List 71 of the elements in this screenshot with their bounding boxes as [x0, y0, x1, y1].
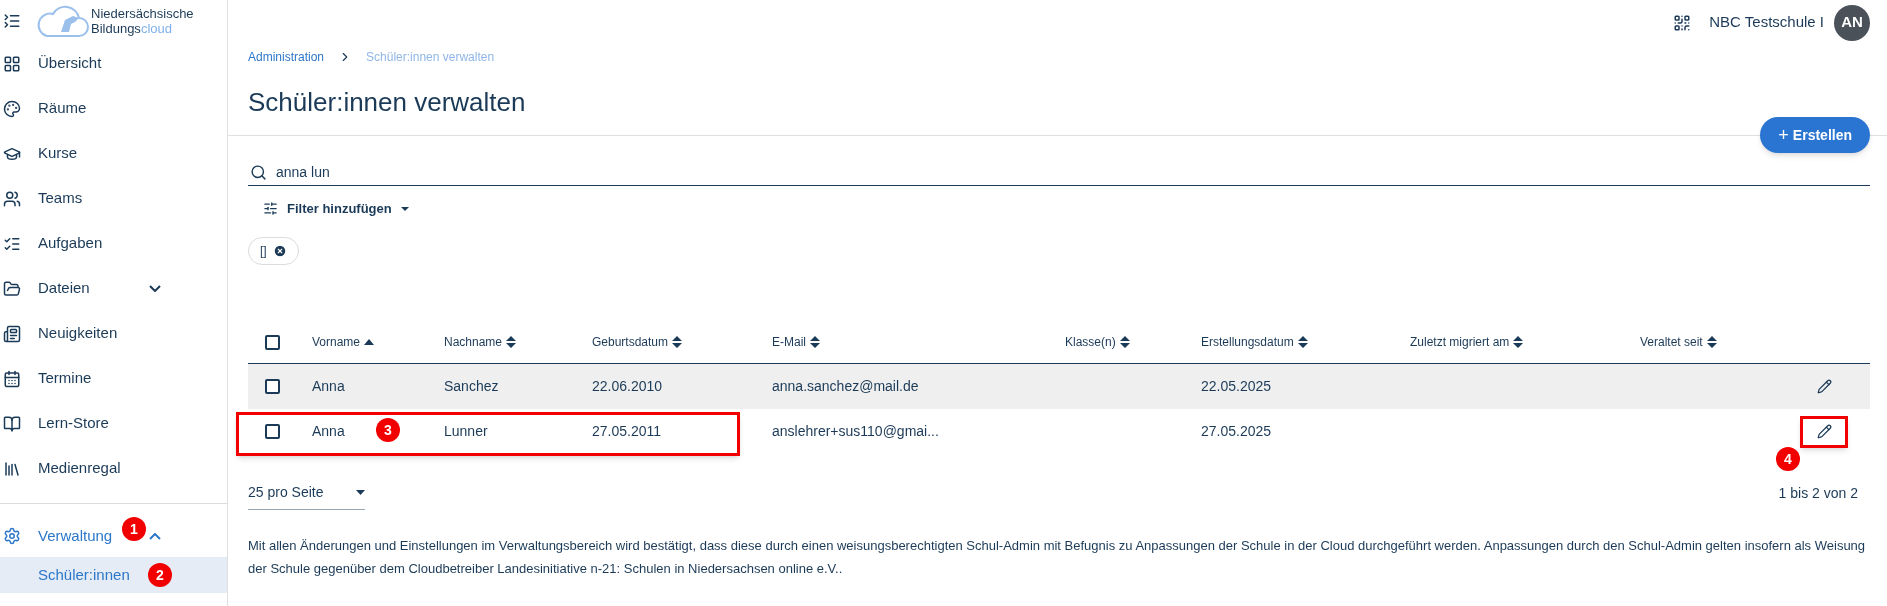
search-icon: [250, 164, 267, 181]
pencil-icon: [1816, 424, 1832, 439]
nav-item[interactable]: Aufgaben: [0, 221, 227, 266]
nav-item[interactable]: Verwaltung 1: [0, 515, 227, 557]
palette-icon: [3, 99, 21, 118]
school-name: NBC Testschule I: [1709, 12, 1824, 33]
column-header[interactable]: Vorname: [312, 333, 361, 351]
folder-icon: [3, 279, 21, 298]
calendar-icon: [3, 369, 21, 388]
create-button[interactable]: + Erstellen: [1760, 117, 1870, 153]
nav-item[interactable]: Übersicht: [0, 41, 227, 86]
logo-text: Bildungscloud: [91, 20, 173, 36]
table-cell: Anna: [312, 423, 345, 439]
pagination-range: 1 bis 2 von 2: [1778, 483, 1858, 503]
filter-button[interactable]: Filter hinzufügen: [248, 195, 409, 222]
cloud-logo-icon: [35, 3, 89, 38]
table-cell: Sanchez: [444, 378, 499, 394]
table-cell: 22.05.2025: [1201, 378, 1272, 394]
nav-item[interactable]: Dateien: [0, 266, 227, 311]
step-badge: 2: [148, 563, 172, 587]
per-page-select[interactable]: 25 pro Seite: [248, 476, 365, 510]
table-cell: anslehrer+sus110@gmai...: [772, 423, 939, 439]
step-badge: 1: [122, 517, 146, 541]
nav-item[interactable]: Lern-Store: [0, 401, 227, 446]
step-badge: 4: [1776, 447, 1800, 471]
library-icon: [3, 459, 21, 478]
close-icon[interactable]: [272, 244, 287, 258]
nav-item[interactable]: Teams: [0, 176, 227, 221]
column-header[interactable]: Nachname: [444, 333, 503, 351]
column-header[interactable]: Erstellungsdatum: [1201, 333, 1294, 351]
newspaper-icon: [3, 324, 21, 343]
step-badge: 3: [376, 418, 400, 442]
table-cell: Lunner: [444, 423, 488, 439]
qr-code-icon[interactable]: [1673, 13, 1692, 32]
edit-button[interactable]: [1800, 415, 1848, 448]
search-input[interactable]: anna lun: [276, 162, 1870, 183]
column-header[interactable]: E-Mail: [772, 333, 806, 351]
nav-item[interactable]: Termine: [0, 356, 227, 401]
table-cell: 27.05.2011: [592, 423, 662, 439]
checkbox[interactable]: [264, 334, 280, 350]
column-header[interactable]: Veraltet seit: [1640, 333, 1703, 351]
nav-item[interactable]: Kurse: [0, 131, 227, 176]
people-icon: [3, 189, 21, 208]
table-cell: 27.05.2025: [1201, 423, 1272, 439]
logo-text: Niedersächsische: [91, 5, 194, 21]
checkbox[interactable]: [264, 424, 280, 439]
breadcrumb-link[interactable]: Administration: [248, 48, 325, 66]
column-header[interactable]: Geburtsdatum: [592, 333, 669, 351]
search-field[interactable]: anna lun: [248, 160, 1870, 186]
table-cell: 22.06.2010: [592, 378, 663, 394]
nav-item[interactable]: Neuigkeiten: [0, 311, 227, 356]
nav-item[interactable]: Räume: [0, 86, 227, 131]
book-icon: [3, 414, 21, 433]
table-cell: Anna: [312, 378, 345, 394]
caret-icon: [356, 490, 365, 495]
checkbox[interactable]: [264, 379, 280, 394]
user-avatar[interactable]: AN: [1834, 4, 1870, 41]
menu-icon[interactable]: [3, 11, 21, 30]
caret-icon: [400, 206, 409, 211]
table-cell: anna.sanchez@mail.de: [772, 378, 919, 394]
footer-notice: Mit allen Änderungen und Einstellungen im Verwaltungsbereich wird bestätigt, dass diese durch einen weisungsberechtigten Schul-Admin mit Befugnis zu Anpassungen der Schule in der Cloud durchgeführt werden. Anpassungen durch den Schul-Admin gelten insofern als Weisung der Schule gegenüber dem Cloudbetreiber Landesinitiative n-21: Schulen in Niedersachsen online e.V..: [248, 537, 1867, 578]
sliders-icon: [263, 201, 278, 216]
table-row[interactable]: Anna Sanchez 22.06.2010 anna.sanchez@mail.de 22.05.2025: [248, 364, 1870, 409]
pencil-icon: [1816, 379, 1832, 394]
column-header[interactable]: Klasse(n): [1065, 333, 1116, 351]
nav-item[interactable]: Medienregal: [0, 446, 227, 491]
settings-icon: [3, 527, 21, 545]
page-title: Schüler:innen verwalten: [248, 85, 526, 119]
nav-subitem[interactable]: Schüler:innen 2: [0, 557, 227, 593]
column-header[interactable]: Zuletzt migriert am: [1410, 333, 1510, 351]
grid-icon: [3, 54, 21, 73]
